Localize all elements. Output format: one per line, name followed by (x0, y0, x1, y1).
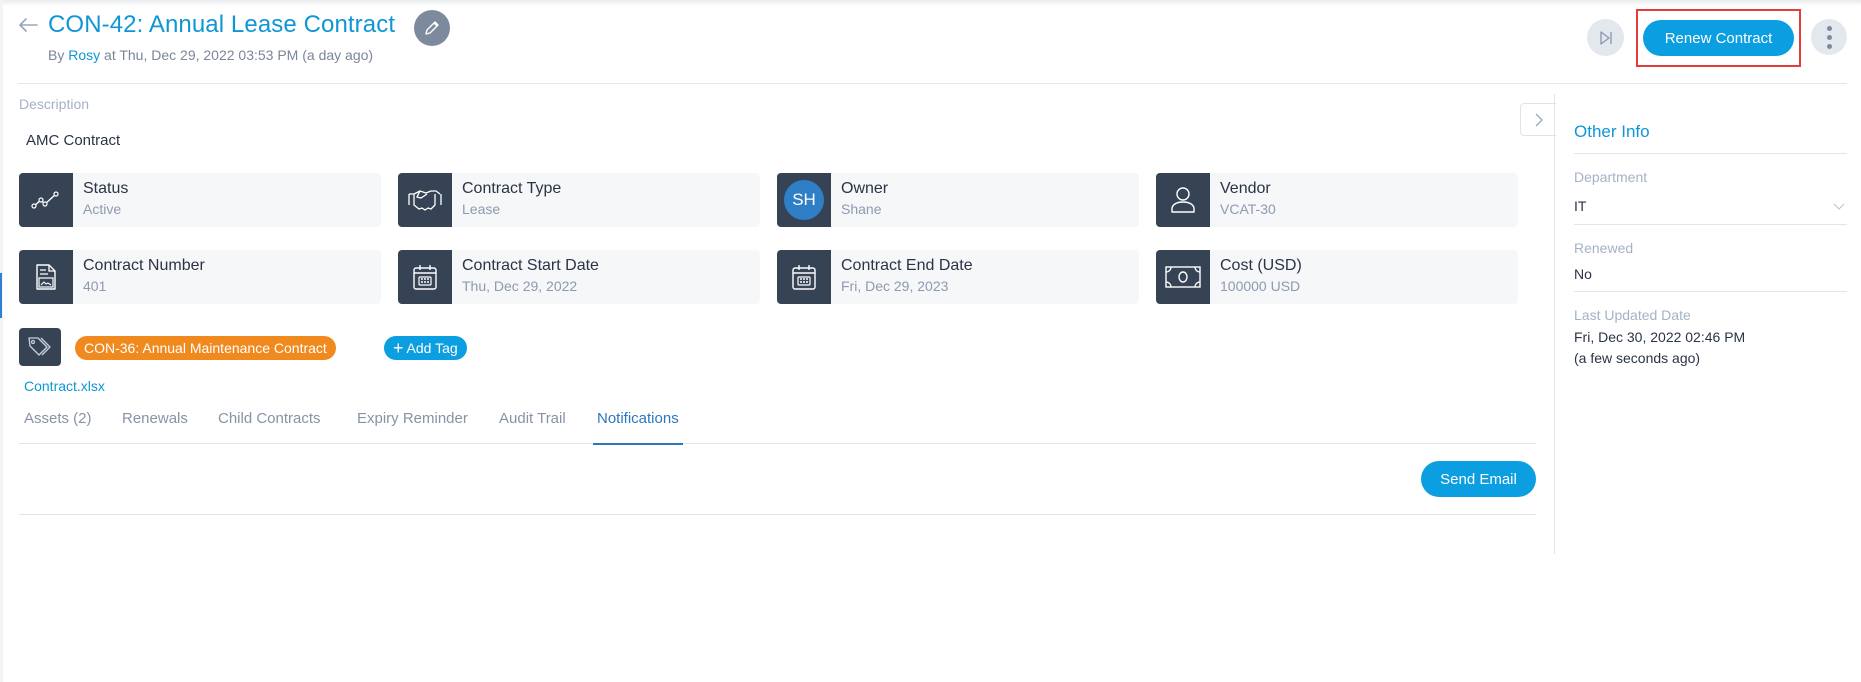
page-header: CON-42: Annual Lease Contract By Rosy at… (0, 0, 1861, 84)
send-email-button[interactable]: Send Email (1421, 461, 1536, 497)
attachment-link[interactable]: Contract.xlsx (24, 378, 105, 394)
plus-icon: + (393, 338, 404, 358)
pencil-icon (425, 21, 439, 35)
by-prefix: By (48, 47, 65, 63)
last-updated-relative: (a few seconds ago) (1574, 350, 1701, 366)
tile-label: Contract End Date (841, 257, 973, 274)
tile-label: Status (83, 180, 129, 197)
next-button[interactable] (1587, 19, 1624, 56)
other-info-title: Other Info (1574, 122, 1650, 141)
tile-value: 100000 USD (1220, 278, 1301, 294)
add-tag-button[interactable]: + Add Tag (384, 336, 467, 360)
tab-notifications[interactable]: Notifications (593, 410, 683, 445)
tab-bar: Assets (2) Renewals Child Contracts Expi… (19, 404, 1536, 445)
left-indicator (0, 273, 2, 318)
contract-start-date-tile: Contract Start Date Thu, Dec 29, 2022 (398, 250, 760, 304)
tag-icon (19, 328, 61, 366)
more-options-button[interactable] (1811, 19, 1847, 55)
chevron-right-icon (1535, 113, 1543, 126)
owner-tile: SH Owner Shane (777, 173, 1139, 227)
tile-value: Lease (462, 201, 501, 217)
contract-number-tile: Contract Number 401 (19, 250, 381, 304)
money-icon (1156, 250, 1210, 304)
tile-value: Shane (841, 201, 882, 217)
edit-button[interactable] (414, 10, 450, 46)
tile-label: Owner (841, 180, 889, 197)
tile-label: Vendor (1220, 180, 1271, 197)
add-tag-label: Add Tag (406, 340, 458, 356)
chevron-down-icon[interactable] (1833, 200, 1845, 212)
tile-label: Contract Start Date (462, 257, 599, 274)
contract-document-icon (19, 250, 73, 304)
back-arrow-icon[interactable] (17, 14, 43, 40)
more-dot (1826, 43, 1832, 49)
status-tile: Status Active (19, 173, 381, 227)
last-updated-label: Last Updated Date (1574, 307, 1691, 323)
sidebar-divider-line (1574, 291, 1847, 292)
trend-line-icon (19, 173, 73, 227)
handshake-icon (398, 173, 452, 227)
calendar-icon (777, 250, 831, 304)
page-title: CON-42: Annual Lease Contract (48, 11, 396, 38)
tile-value: Active (83, 201, 122, 217)
sidebar-divider-line (1574, 224, 1847, 225)
department-label: Department (1574, 169, 1648, 185)
tab-expiry-reminder[interactable]: Expiry Reminder (357, 410, 468, 444)
header-divider (18, 83, 1847, 84)
content-divider (19, 514, 1536, 515)
sidebar-divider-line (1574, 153, 1847, 154)
vendor-tile: Vendor VCAT-30 (1156, 173, 1518, 227)
author-link[interactable]: Rosy (68, 47, 100, 63)
tab-child-contracts[interactable]: Child Contracts (218, 410, 321, 444)
department-select[interactable]: IT (1574, 196, 1586, 217)
description-value: AMC Contract (26, 132, 121, 149)
tag-chip[interactable]: CON-36: Annual Maintenance Contract (75, 336, 336, 360)
renewed-label: Renewed (1574, 240, 1634, 256)
tile-value: Fri, Dec 29, 2023 (841, 278, 949, 294)
left-rail (0, 0, 3, 682)
tile-value: Thu, Dec 29, 2022 (462, 278, 578, 294)
more-dot (1826, 34, 1832, 40)
calendar-icon (398, 250, 452, 304)
renew-contract-button[interactable]: Renew Contract (1643, 20, 1794, 56)
tab-renewals[interactable]: Renewals (122, 410, 188, 444)
created-by-line: By Rosy at Thu, Dec 29, 2022 03:53 PM (a… (48, 47, 373, 63)
tile-value: VCAT-30 (1220, 201, 1276, 217)
description-label: Description (19, 96, 90, 112)
cost-tile: Cost (USD) 100000 USD (1156, 250, 1518, 304)
tile-value: 401 (83, 278, 107, 294)
user-icon (1156, 173, 1210, 227)
contract-end-date-tile: Contract End Date Fri, Dec 29, 2023 (777, 250, 1139, 304)
tab-assets[interactable]: Assets (2) (24, 410, 92, 444)
tile-label: Cost (USD) (1220, 257, 1302, 274)
collapse-sidebar-button[interactable] (1520, 103, 1556, 136)
sidebar-divider (1554, 94, 1555, 554)
contract-type-tile: Contract Type Lease (398, 173, 760, 227)
last-updated-value: Fri, Dec 30, 2022 02:46 PM (1574, 329, 1746, 345)
created-timestamp: at Thu, Dec 29, 2022 03:53 PM (a day ago… (104, 47, 374, 63)
tile-label: Contract Number (83, 257, 205, 274)
more-dot (1826, 25, 1832, 31)
tab-audit-trail[interactable]: Audit Trail (499, 410, 566, 444)
tile-label: Contract Type (462, 180, 562, 197)
renewed-value: No (1574, 266, 1592, 282)
skip-next-icon (1599, 30, 1612, 45)
avatar: SH (784, 180, 824, 220)
